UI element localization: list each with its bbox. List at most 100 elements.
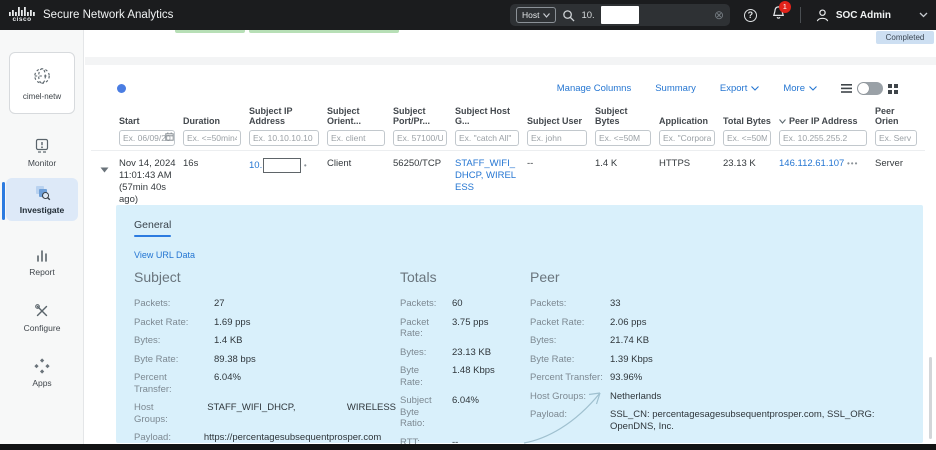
notifications-button[interactable]: 1 [771,5,786,26]
search-scope-dropdown[interactable]: Host [516,7,556,23]
top-bar: cisco Secure Network Analytics Host 10. … [0,0,936,30]
filter-subject-host-groups[interactable] [455,130,519,146]
chevron-down-icon [543,13,550,18]
section-divider [85,57,936,65]
annotation-arrow [516,385,611,445]
column-header-duration[interactable]: Duration [183,111,249,126]
view-switch[interactable] [857,82,883,95]
column-header-subject-orientation[interactable]: Subject Orient... [327,111,393,126]
monitor-icon [34,138,50,154]
filter-subject-bytes[interactable] [595,130,651,146]
notification-count-badge: 1 [779,1,791,13]
search-input[interactable]: 10. [581,10,594,21]
tag-pill[interactable] [249,30,399,33]
sidebar-item-investigate[interactable]: Investigate [6,178,78,221]
tab-general[interactable]: General [134,219,171,237]
global-search-bar[interactable]: Host 10. ⊗ [510,4,730,26]
apps-icon [34,358,50,374]
bottom-edge-bar [0,444,936,450]
filter-subject-user[interactable] [527,130,587,146]
report-chart-icon [34,248,50,263]
sidebar-item-configure[interactable]: Configure [6,297,78,339]
summary-link[interactable]: Summary [655,83,696,94]
sidebar-item-apps[interactable]: Apps [6,352,78,394]
sidebar-item-label: Investigate [20,205,64,215]
filter-peer-orientation[interactable] [875,130,917,146]
help-icon[interactable]: ? [744,9,757,22]
filter-duration[interactable] [183,130,241,146]
column-header-start[interactable]: Start [119,111,183,126]
redacted-ip [263,158,301,173]
view-url-data-link[interactable]: View URL Data [134,250,195,260]
ip-more-menu[interactable]: • [304,161,308,170]
divider [800,7,801,23]
status-badge: Completed [876,31,934,44]
sidebar-item-monitor[interactable]: Monitor [6,132,78,174]
configure-tools-icon [34,303,50,319]
vertical-scrollbar[interactable] [929,357,932,439]
column-header-peer-orientation[interactable]: Peer Orien [875,111,925,126]
app-title: Secure Network Analytics [43,9,173,21]
table-toolbar: Manage Columns Summary Export More [85,80,936,102]
view-toggle[interactable] [841,82,898,95]
column-header-subject-user[interactable]: Subject User [527,111,595,126]
section-title: Subject [134,269,396,285]
column-header-application[interactable]: Application [659,111,723,126]
cell-subject-ip[interactable]: 10. • [249,158,327,206]
sidebar-item-label: Report [29,267,55,277]
screen: cisco Secure Network Analytics Host 10. … [0,0,936,450]
detail-section-totals: Totals Packets:60 Packet Rate:3.75 pps B… [400,269,520,450]
section-title: Peer [530,269,910,285]
tag-pill[interactable] [175,30,245,33]
clear-search-button[interactable]: ⊗ [714,9,724,21]
sidebar-item-label: Apps [32,378,51,388]
brand: cisco Secure Network Analytics [0,7,173,24]
manage-columns-link[interactable]: Manage Columns [557,83,631,94]
table-filter-row [91,128,925,148]
filter-subject-orientation[interactable] [327,130,385,146]
sidebar-domain-card[interactable]: cimel-netw [9,52,75,114]
column-header-subject-host-groups[interactable]: Subject Host G... [455,111,527,126]
cell-subject-host-groups[interactable]: STAFF_WIFI_DHCP, WIRELESS [455,158,527,206]
filter-subject-port[interactable] [393,130,447,146]
sidebar: cimel-netw Monitor Investigate [0,30,84,444]
column-header-total-bytes[interactable]: Total Bytes [723,111,779,126]
chevron-down-icon [751,86,759,91]
sidebar-item-report[interactable]: Report [6,242,78,283]
filter-peer-ip[interactable] [779,130,867,146]
cell-total-bytes: 23.13 K [723,158,779,206]
cell-subject-port: 56250/TCP [393,158,455,206]
more-dropdown[interactable]: More [783,83,817,94]
user-menu[interactable]: SOC Admin [815,8,928,23]
user-name: SOC Admin [836,10,891,21]
sort-chevron-icon [779,119,786,124]
cell-peer-ip[interactable]: 146.112.61.107 ••• [779,158,875,206]
section-title: Totals [400,269,520,285]
filter-application[interactable] [659,130,715,146]
cell-peer-orientation: Server [875,158,925,206]
filter-subject-ip[interactable] [249,130,319,146]
info-dot [117,84,126,93]
active-indicator [2,182,5,220]
ip-more-menu[interactable]: ••• [847,159,858,168]
row-expander[interactable] [91,158,119,206]
cisco-logo-icon: cisco [9,7,35,24]
sidebar-item-label: Configure [24,323,61,333]
search-icon [562,9,575,22]
main-content: Completed Manage Columns Summary Export … [85,30,936,444]
user-icon [815,8,830,23]
export-dropdown[interactable]: Export [720,83,759,94]
list-view-icon [841,84,852,93]
investigate-icon [34,184,51,201]
cell-subject-bytes: 1.4 K [595,158,659,206]
column-header-subject-bytes[interactable]: Subject Bytes [595,111,659,126]
table-header-row: Start Duration Subject IP Address Subjec… [91,111,925,126]
column-header-subject-port[interactable]: Subject Port/Pr... [393,111,455,126]
grid-view-icon [888,84,898,94]
calendar-icon[interactable] [165,132,174,141]
table-row[interactable]: Nov 14, 2024 11:01:43 AM (57min 40s ago)… [91,150,925,206]
column-header-peer-ip[interactable]: Peer IP Address [779,111,875,126]
filter-total-bytes[interactable] [723,130,771,146]
collapse-chevron-icon [100,167,109,173]
column-header-subject-ip[interactable]: Subject IP Address [249,111,327,126]
